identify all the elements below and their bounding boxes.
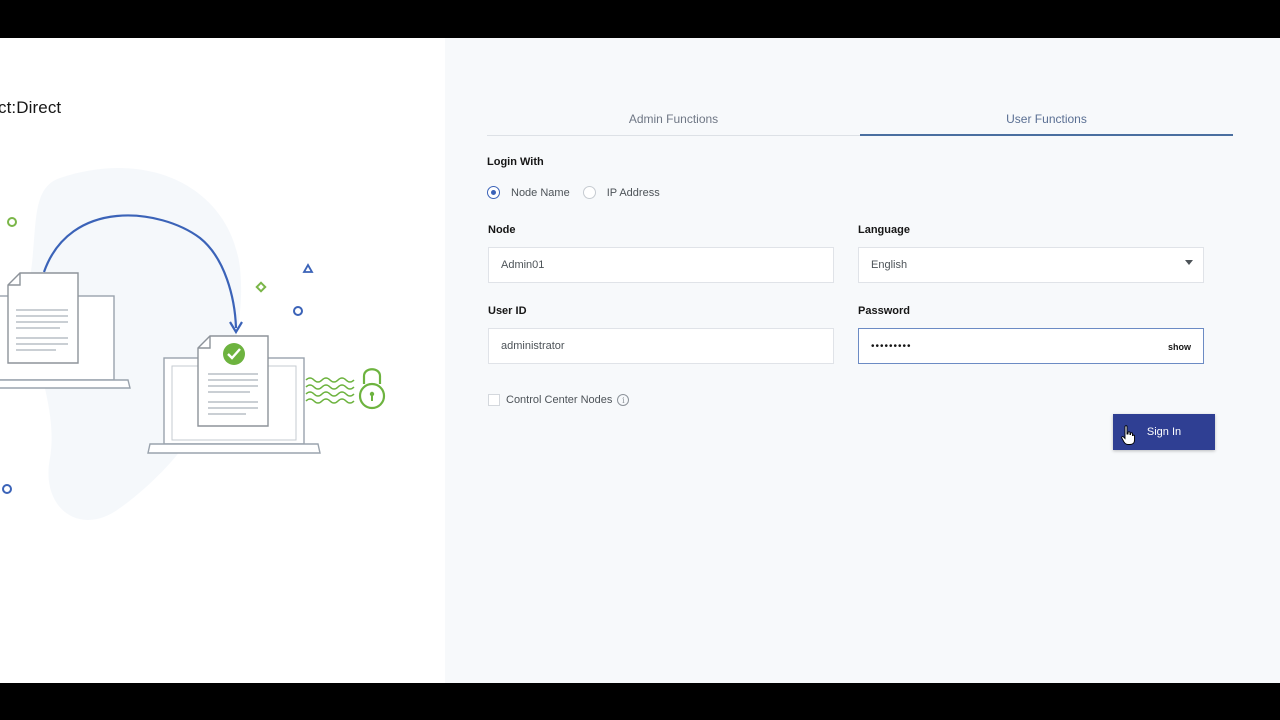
node-input[interactable]: Admin01 bbox=[488, 247, 834, 283]
login-screen: ct:Direct Admin Functions User Functions… bbox=[0, 38, 1280, 683]
blue-circle-icon-2 bbox=[2, 484, 12, 494]
show-password-button[interactable]: show bbox=[1168, 342, 1191, 352]
illustration-panel: ct:Direct bbox=[0, 38, 445, 683]
login-with-label: Login With bbox=[487, 156, 544, 168]
blue-triangle-icon bbox=[302, 263, 314, 273]
password-input[interactable]: ••••••••• show bbox=[858, 328, 1204, 364]
tab-admin-functions[interactable]: Admin Functions bbox=[487, 108, 860, 135]
sign-in-label: Sign In bbox=[1146, 426, 1182, 438]
padlock-icon bbox=[358, 368, 386, 410]
video-letterbox-top bbox=[0, 0, 1280, 38]
user-id-label: User ID bbox=[488, 305, 527, 317]
video-letterbox-bottom bbox=[0, 683, 1280, 720]
node-name-radio[interactable] bbox=[487, 186, 500, 199]
node-value: Admin01 bbox=[501, 259, 545, 271]
user-id-input[interactable]: administrator bbox=[488, 328, 834, 364]
info-icon[interactable]: i bbox=[617, 394, 630, 406]
password-value: ••••••••• bbox=[871, 340, 912, 352]
login-panel: Admin Functions User Functions Login Wit… bbox=[445, 38, 1280, 683]
password-label: Password bbox=[858, 305, 910, 317]
app-title: ct:Direct bbox=[0, 98, 62, 117]
control-center-label[interactable]: Control Center Nodes bbox=[506, 394, 612, 406]
green-diamond-icon bbox=[255, 281, 267, 293]
node-name-label[interactable]: Node Name bbox=[511, 187, 570, 199]
tab-user-functions[interactable]: User Functions bbox=[860, 108, 1233, 136]
node-label: Node bbox=[488, 224, 516, 236]
chevron-down-icon bbox=[1185, 260, 1193, 265]
control-center-option: Control Center Nodes i bbox=[488, 394, 630, 406]
language-select[interactable]: English bbox=[858, 247, 1204, 283]
green-circle-icon bbox=[7, 217, 17, 227]
ip-address-radio[interactable] bbox=[582, 186, 596, 199]
language-label: Language bbox=[858, 224, 910, 236]
user-id-value: administrator bbox=[501, 340, 565, 352]
file-transfer-illustration bbox=[0, 168, 386, 520]
ip-address-label[interactable]: IP Address bbox=[607, 187, 660, 199]
hand-cursor-icon bbox=[1121, 425, 1135, 445]
language-value: English bbox=[871, 259, 908, 271]
login-with-options: Node Name IP Address bbox=[487, 186, 673, 199]
blue-circle-icon bbox=[293, 306, 303, 316]
control-center-checkbox[interactable] bbox=[488, 394, 500, 406]
function-tabs: Admin Functions User Functions bbox=[487, 108, 1233, 136]
